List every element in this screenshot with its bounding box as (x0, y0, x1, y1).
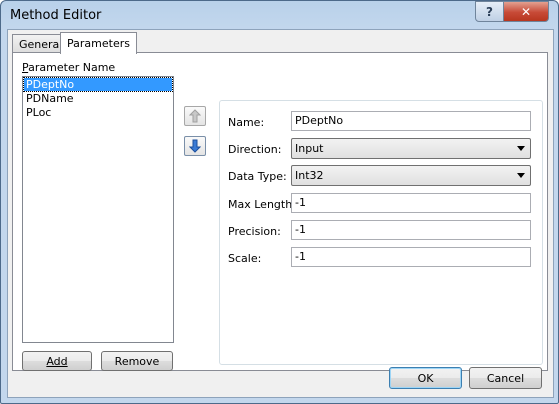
ok-button-label: OK (417, 371, 434, 385)
direction-dropdown[interactable]: Input (291, 138, 531, 159)
parameter-name-header-rest: arameter Name (28, 61, 116, 74)
cancel-button[interactable]: Cancel (469, 367, 542, 389)
precision-label: Precision: (228, 225, 281, 238)
precision-field[interactable]: -1 (291, 220, 531, 240)
name-label: Name: (228, 116, 265, 129)
method-editor-window: Method Editor ? ✕ General Parameters Par… (0, 0, 559, 404)
close-icon: ✕ (520, 4, 532, 19)
list-item[interactable]: PLoc (24, 106, 172, 119)
list-item[interactable]: PDName (24, 92, 172, 105)
move-up-button[interactable] (184, 106, 206, 126)
parameter-name-header: Parameter Name (22, 61, 116, 74)
cancel-button-label: Cancel (486, 371, 525, 385)
datatype-label: Data Type: (228, 170, 287, 183)
ok-button[interactable]: OK (389, 367, 462, 389)
chevron-down-icon (517, 146, 525, 151)
scale-field[interactable]: -1 (291, 247, 531, 267)
tab-general-label: General (19, 37, 63, 51)
arrow-up-icon (189, 109, 201, 123)
window-title: Method Editor (10, 8, 102, 23)
maxlength-label: Max Length: (228, 198, 296, 211)
datatype-value: Int32 (295, 169, 324, 182)
add-button[interactable]: Add (22, 351, 92, 371)
close-button[interactable]: ✕ (503, 1, 549, 22)
help-button[interactable]: ? (475, 1, 504, 22)
help-icon: ? (486, 4, 493, 19)
maxlength-field[interactable]: -1 (291, 193, 531, 213)
tab-parameters[interactable]: Parameters (60, 32, 137, 54)
parameter-list[interactable]: PDeptNo PDName PLoc (22, 76, 174, 343)
direction-label: Direction: (228, 143, 282, 156)
scale-label: Scale: (228, 252, 262, 265)
add-button-label: Add (46, 354, 68, 368)
parameters-tab-page: Parameter Name PDeptNo PDName PLoc Add R… (12, 52, 548, 371)
title-bar[interactable]: Method Editor ? ✕ (1, 1, 558, 29)
tab-parameters-label: Parameters (67, 37, 130, 50)
remove-button[interactable]: Remove (101, 351, 173, 371)
chevron-down-icon (517, 173, 525, 178)
move-down-button[interactable] (184, 136, 206, 156)
list-item[interactable]: PDeptNo (23, 77, 173, 92)
dialog-client: General Parameters Parameter Name PDeptN… (7, 29, 554, 398)
datatype-dropdown[interactable]: Int32 (291, 165, 531, 186)
name-field[interactable]: PDeptNo (291, 111, 531, 131)
remove-button-label: Remove (114, 354, 160, 368)
properties-panel: Name: PDeptNo Direction: Input Data Type… (219, 100, 543, 365)
arrow-down-icon (189, 139, 201, 153)
direction-value: Input (295, 142, 324, 155)
